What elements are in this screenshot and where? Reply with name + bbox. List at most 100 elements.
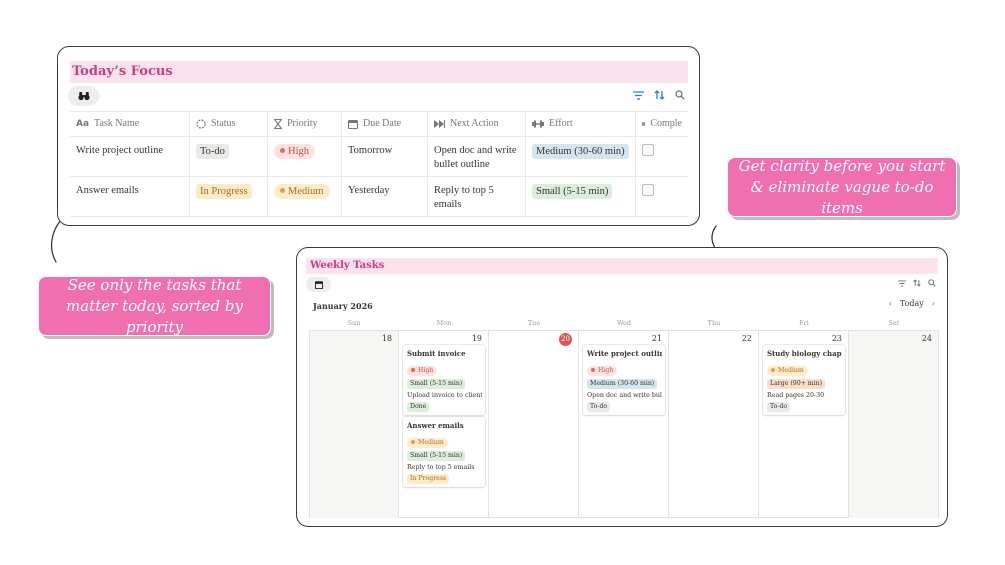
next-action: Reply to top 5 emails <box>434 185 494 210</box>
effort-tag: Medium (30-60 min) <box>532 144 629 159</box>
weekly-tasks-card: Weekly Tasks January 2026 ‹ Today › Sun … <box>296 247 948 527</box>
today-button[interactable]: Today <box>900 299 924 308</box>
database-title[interactable]: Weekly Tasks <box>306 258 938 274</box>
next-action-cell[interactable]: Reply to top 5 emails <box>428 177 526 216</box>
column-header-effort[interactable]: Effort <box>526 112 636 136</box>
priority-dot-icon <box>411 368 415 372</box>
priority-label: High <box>598 367 614 374</box>
sort-icon[interactable] <box>654 90 665 100</box>
event-card[interactable]: Submit invoice High Small (5-15 min) Upl… <box>403 345 485 415</box>
priority-label: Medium <box>778 367 804 374</box>
task-name-cell[interactable]: Answer emails <box>70 177 190 216</box>
next-action: Open doc and write bullet outline <box>434 145 517 170</box>
calendar-day[interactable]: 21 Write project outline High Medium (30… <box>579 331 669 518</box>
priority-cell[interactable]: High <box>268 137 342 176</box>
calendar-day[interactable]: 19 Submit invoice High Small (5-15 min) … <box>399 331 489 518</box>
column-header-complete[interactable]: Comple <box>636 112 688 136</box>
table-row[interactable]: Answer emails In Progress Medium Yesterd… <box>70 177 688 217</box>
column-header-status[interactable]: Status <box>190 112 268 136</box>
effort-cell[interactable]: Medium (30-60 min) <box>526 137 636 176</box>
next-action: Upload invoice to client porta <box>407 392 482 399</box>
status-cell[interactable]: To-do <box>190 137 268 176</box>
calendar-icon <box>348 119 358 129</box>
todays-focus-card: Today’s Focus Aa Task Name Status Priori… <box>57 46 700 226</box>
database-toolbar <box>633 90 685 100</box>
event-card[interactable]: Study biology chapter Medium Large (90+ … <box>763 345 845 415</box>
event-card[interactable]: Answer emails Medium Small (5-15 min) Re… <box>403 417 485 487</box>
view-tab-calendar[interactable] <box>306 277 331 292</box>
callout-left: See only the tasks that matter today, so… <box>38 276 271 336</box>
effort-cell[interactable]: Small (5-15 min) <box>526 177 636 216</box>
callout-right: Get clarity before you start & eliminate… <box>727 157 957 217</box>
event-card[interactable]: Write project outline High Medium (30-60… <box>583 345 665 415</box>
weekday-label: Sat <box>888 319 900 327</box>
priority-label: High <box>418 367 434 374</box>
column-label: Comple <box>650 118 682 129</box>
task-name-cell[interactable]: Write project outline <box>70 137 190 176</box>
chevron-right-icon[interactable]: › <box>932 299 935 308</box>
column-label: Priority <box>287 118 318 129</box>
task-name: Write project outline <box>76 145 164 156</box>
status-tag: In Progress <box>407 474 450 484</box>
weekday-label: Fri <box>799 319 809 327</box>
search-icon[interactable] <box>928 279 936 287</box>
calendar-day[interactable]: 24 <box>849 331 939 518</box>
weekday-label: Wed <box>616 319 632 327</box>
status-tag: To-do <box>587 402 611 412</box>
sort-icon[interactable] <box>913 279 921 287</box>
column-header-due-date[interactable]: Due Date <box>342 112 428 136</box>
database-title[interactable]: Today’s Focus <box>70 61 688 83</box>
priority-cell[interactable]: Medium <box>268 177 342 216</box>
chevron-left-icon[interactable]: ‹ <box>889 299 892 308</box>
next-action-cell[interactable]: Open doc and write bullet outline <box>428 137 526 176</box>
effort-tag: Small (5-15 min) <box>407 379 466 389</box>
column-label: Due Date <box>363 118 402 129</box>
priority-tag: Medium <box>767 366 808 376</box>
weekday-label: Sun <box>347 319 361 327</box>
weekday-label: Mon <box>436 319 452 327</box>
column-label: Task Name <box>94 118 140 129</box>
effort-tag: Small (5-15 min) <box>532 184 613 199</box>
calendar-day[interactable]: 23 Study biology chapter Medium Large (9… <box>759 331 849 518</box>
effort-tag: Medium (30-60 min) <box>587 379 658 389</box>
column-label: Next Action <box>450 118 499 129</box>
calendar-day[interactable]: 18 <box>309 331 399 518</box>
effort-tag: Small (5-15 min) <box>407 451 466 461</box>
filter-icon[interactable] <box>898 279 906 287</box>
priority-dot-icon <box>591 368 595 372</box>
table-row[interactable]: Write project outline To-do High Tomorro… <box>70 137 688 177</box>
column-header-next-action[interactable]: Next Action <box>428 112 526 136</box>
column-header-priority[interactable]: Priority <box>268 112 342 136</box>
view-tab-binoculars[interactable] <box>68 86 99 106</box>
column-header-task-name[interactable]: Aa Task Name <box>70 112 190 136</box>
status-tag: To-do <box>767 402 791 412</box>
calendar-icon <box>314 280 323 289</box>
search-icon[interactable] <box>675 90 685 100</box>
calendar-navigation: ‹ Today › <box>889 299 935 308</box>
complete-cell <box>636 177 688 216</box>
status-tag: To-do <box>196 144 229 159</box>
priority-dot-icon <box>411 440 415 444</box>
complete-checkbox[interactable] <box>642 144 654 156</box>
next-action: Reply to top 5 emails <box>407 464 475 471</box>
due-date-cell[interactable]: Yesterday <box>342 177 428 216</box>
table-header-row: Aa Task Name Status Priority Due Date Ne… <box>70 111 688 137</box>
priority-dot-icon <box>771 368 775 372</box>
priority-tag: High <box>274 144 315 159</box>
filter-icon[interactable] <box>633 90 644 100</box>
complete-checkbox[interactable] <box>642 184 654 196</box>
calendar-day[interactable]: 22 <box>669 331 759 518</box>
calendar-day-today[interactable]: 20 <box>489 331 579 518</box>
priority-dot-icon <box>280 148 285 153</box>
status-cell[interactable]: In Progress <box>190 177 268 216</box>
day-number: 23 <box>831 334 842 343</box>
priority-label: High <box>288 146 309 157</box>
next-action: Open doc and write bullet out <box>587 392 662 399</box>
day-number: 22 <box>741 334 752 343</box>
day-number: 24 <box>921 334 932 343</box>
due-date: Yesterday <box>348 185 390 196</box>
due-date-cell[interactable]: Tomorrow <box>342 137 428 176</box>
database-toolbar <box>898 279 936 287</box>
calendar-grid: Sun Mon Tue Wed Thu Fri Sat 18 19 Submit… <box>309 316 939 518</box>
priority-dot-icon <box>280 188 285 193</box>
